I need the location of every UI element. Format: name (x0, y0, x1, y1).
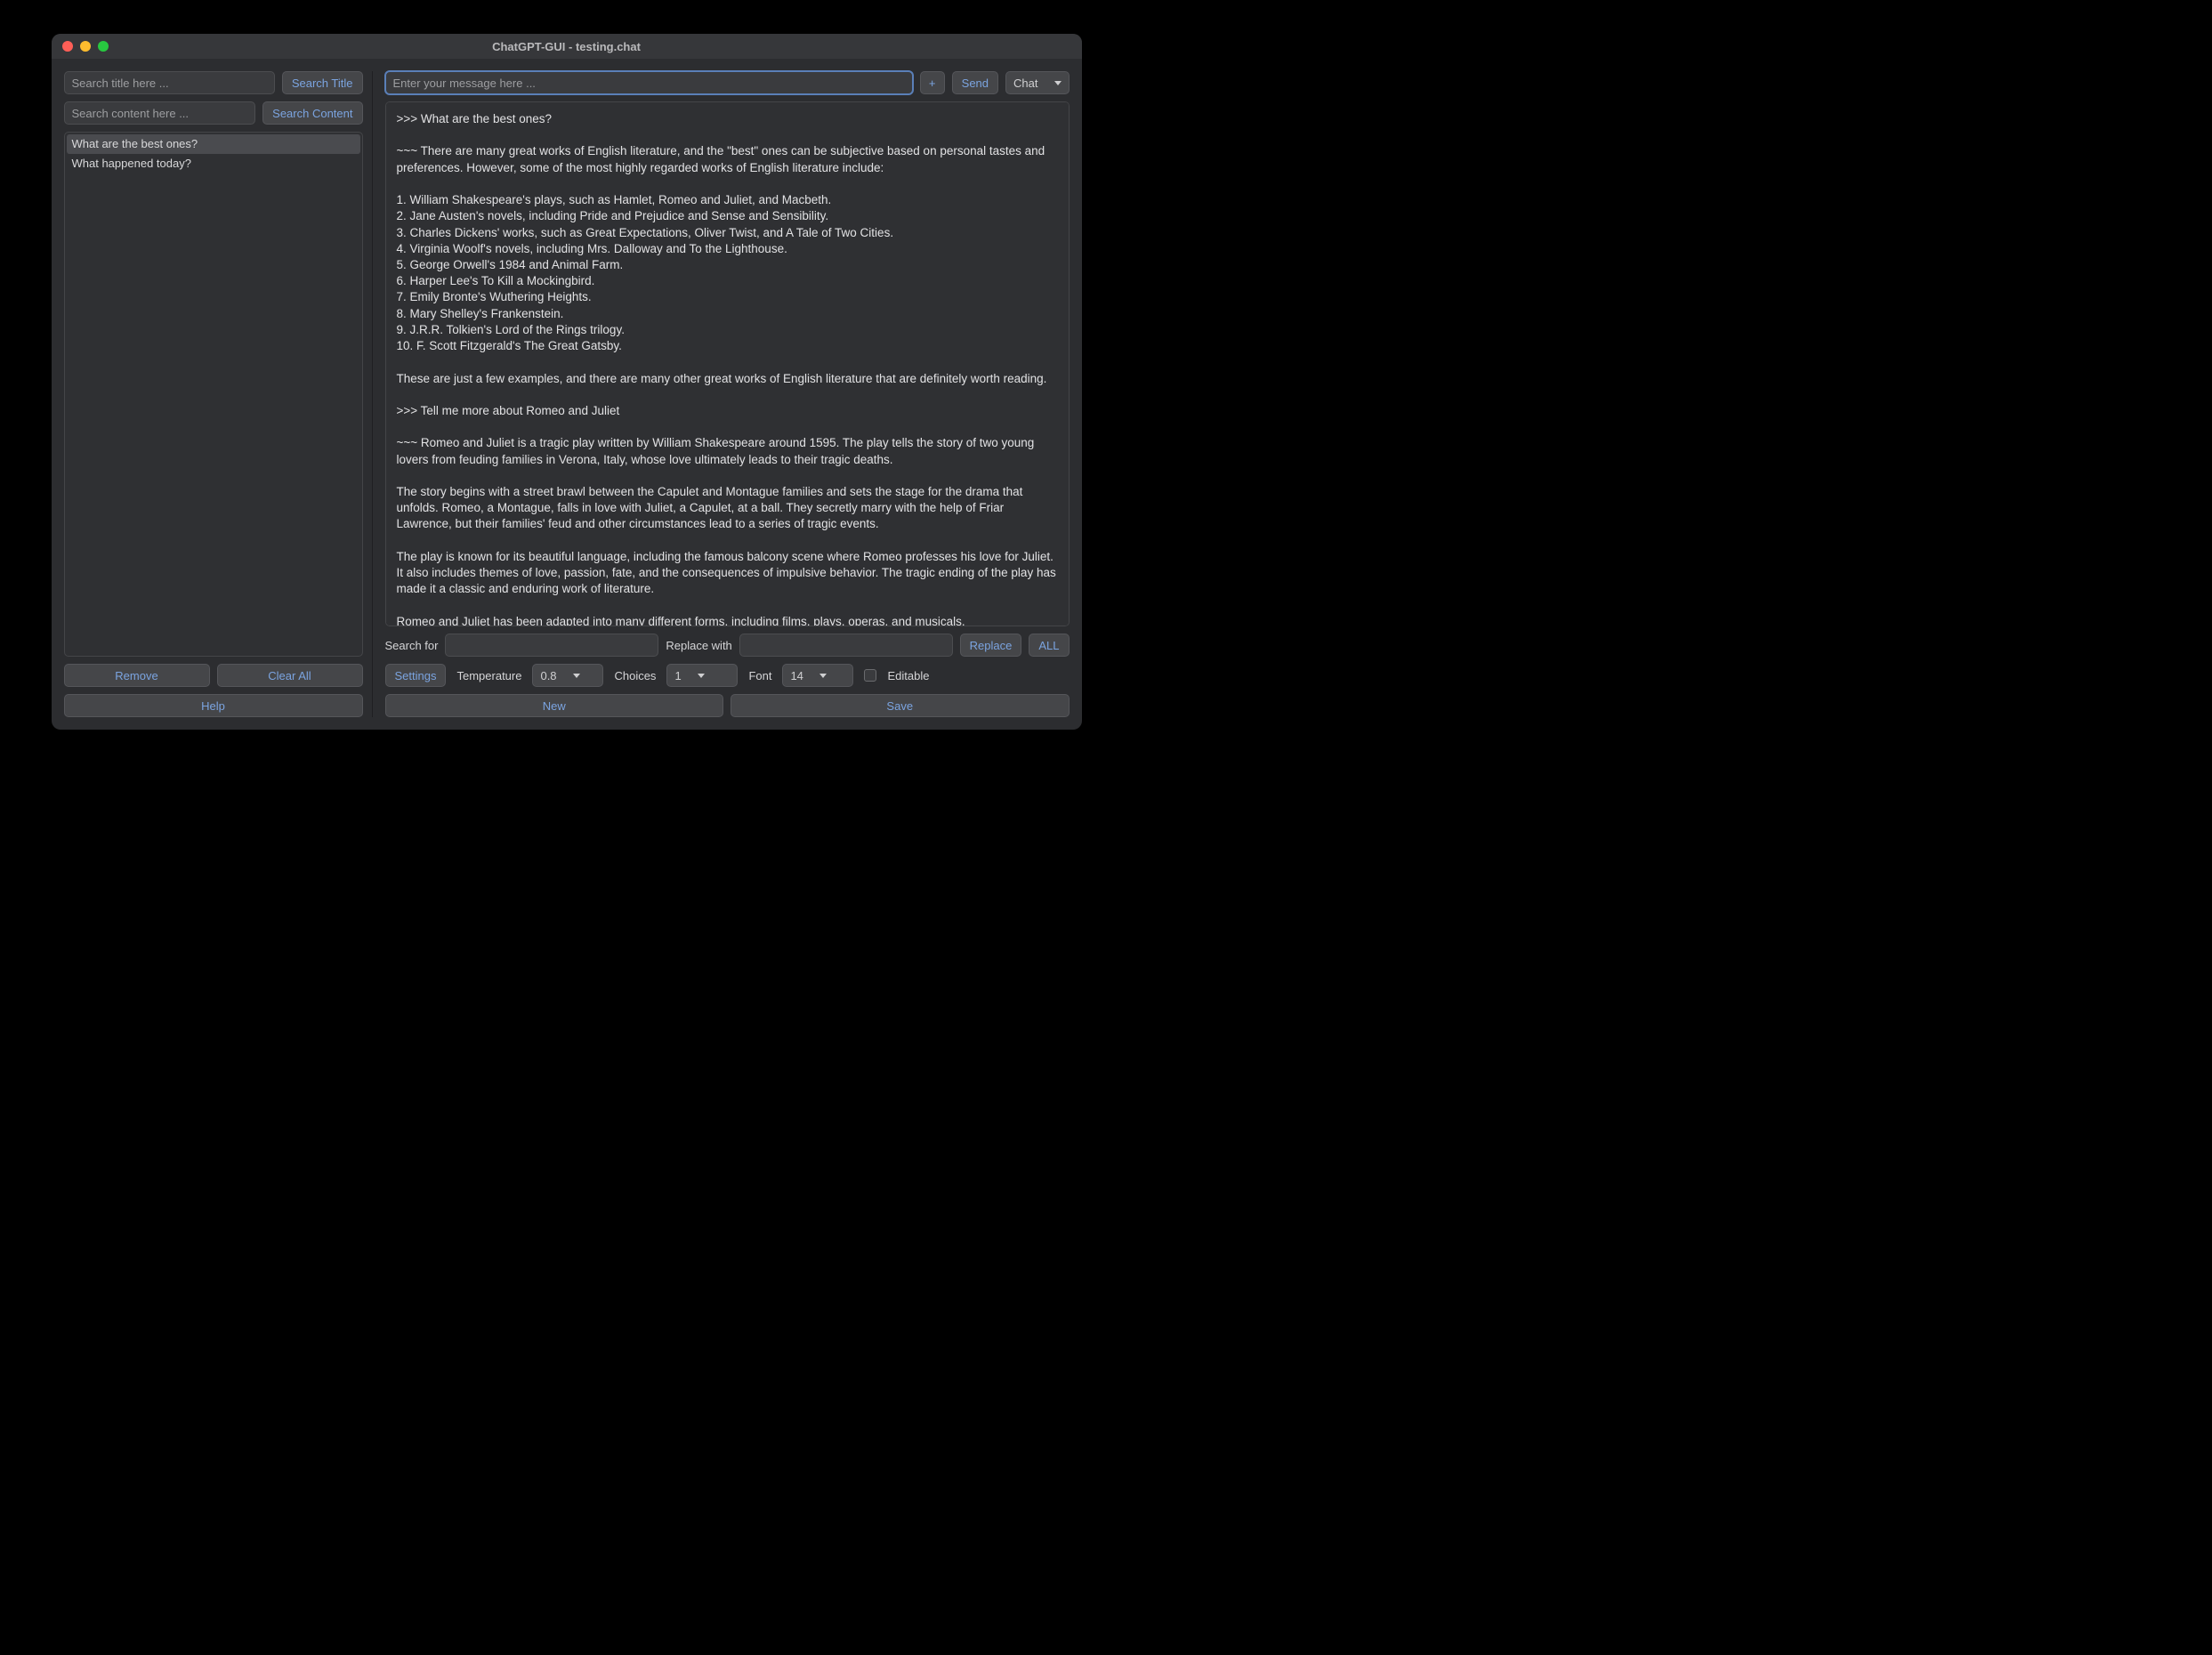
chevron-down-icon (698, 674, 705, 678)
replace-all-button[interactable]: ALL (1029, 634, 1069, 657)
choices-value: 1 (674, 669, 681, 682)
search-for-input[interactable] (445, 634, 658, 657)
search-content-input[interactable] (64, 101, 256, 125)
help-button[interactable]: Help (64, 694, 363, 717)
new-button[interactable]: New (385, 694, 724, 717)
traffic-lights (52, 41, 109, 52)
settings-button[interactable]: Settings (385, 664, 447, 687)
app-window: ChatGPT-GUI - testing.chat Search Title … (52, 34, 1082, 730)
chevron-down-icon (1054, 81, 1062, 85)
remove-button[interactable]: Remove (64, 664, 210, 687)
save-button[interactable]: Save (731, 694, 1070, 717)
message-input[interactable] (385, 71, 913, 94)
send-button[interactable]: Send (952, 71, 998, 94)
font-select[interactable]: 14 (782, 664, 853, 687)
content-area: Search Title Search Content What are the… (52, 59, 1082, 730)
close-icon[interactable] (62, 41, 73, 52)
add-button[interactable]: + (920, 71, 945, 94)
list-item[interactable]: What are the best ones? (67, 134, 360, 154)
window-title: ChatGPT-GUI - testing.chat (52, 40, 1082, 53)
replace-button[interactable]: Replace (960, 634, 1022, 657)
mode-select[interactable]: Chat (1005, 71, 1069, 94)
titlebar: ChatGPT-GUI - testing.chat (52, 34, 1082, 59)
editable-checkbox[interactable] (864, 669, 876, 682)
choices-select[interactable]: 1 (666, 664, 738, 687)
mode-select-value: Chat (1013, 77, 1037, 90)
right-pane: + Send Chat >>> What are the best ones? … (372, 71, 1070, 717)
maximize-icon[interactable] (98, 41, 109, 52)
temperature-value: 0.8 (540, 669, 556, 682)
chat-transcript[interactable]: >>> What are the best ones? ~~~ There ar… (385, 101, 1070, 626)
search-for-label: Search for (385, 639, 439, 652)
editable-label: Editable (887, 669, 929, 682)
search-title-input[interactable] (64, 71, 275, 94)
left-pane: Search Title Search Content What are the… (64, 71, 363, 717)
chevron-down-icon (573, 674, 580, 678)
search-content-button[interactable]: Search Content (262, 101, 362, 125)
list-item[interactable]: What happened today? (67, 154, 360, 174)
temperature-select[interactable]: 0.8 (532, 664, 603, 687)
chevron-down-icon (819, 674, 827, 678)
font-value: 14 (790, 669, 803, 682)
choices-label: Choices (614, 669, 656, 682)
clear-all-button[interactable]: Clear All (217, 664, 363, 687)
replace-with-label: Replace with (666, 639, 731, 652)
search-title-button[interactable]: Search Title (282, 71, 363, 94)
conversation-list[interactable]: What are the best ones?What happened tod… (64, 132, 363, 657)
minimize-icon[interactable] (80, 41, 91, 52)
font-label: Font (748, 669, 771, 682)
replace-with-input[interactable] (739, 634, 953, 657)
temperature-label: Temperature (456, 669, 521, 682)
